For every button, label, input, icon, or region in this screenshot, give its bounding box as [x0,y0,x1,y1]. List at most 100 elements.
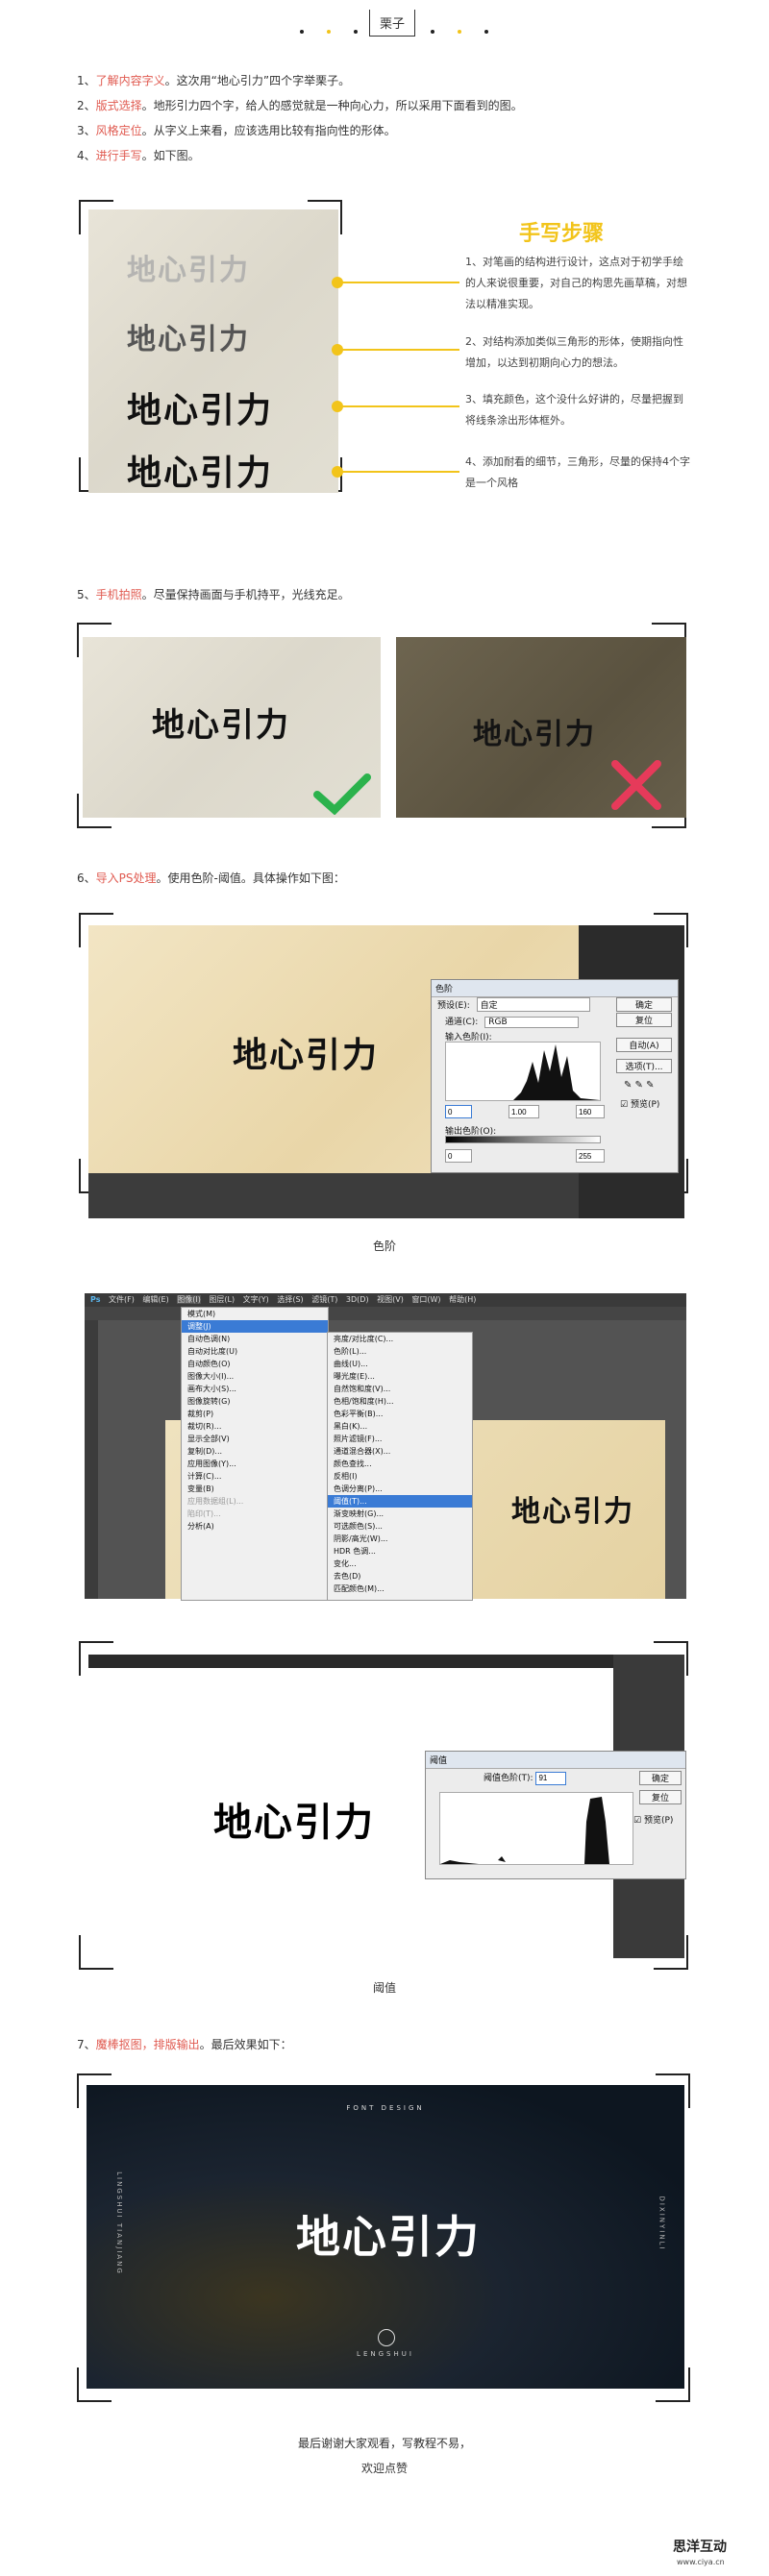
menu-file[interactable]: 文件(F) [109,1295,135,1304]
adjust-item[interactable]: 可选颜色(S)... [328,1520,472,1533]
menu-window[interactable]: 窗口(W) [411,1295,440,1304]
image-menu[interactable]: 模式(M) 调整(J) 自动色调(N) 自动对比度(U) 自动颜色(O) 图像大… [181,1307,329,1601]
adjust-item[interactable]: 变化... [328,1558,472,1570]
adjust-item[interactable]: HDR 色调... [328,1545,472,1558]
image-menu-item[interactable]: 变量(B) [182,1483,328,1495]
levels-preview-checkbox[interactable]: ☑ 预览(P) [620,1097,659,1110]
image-menu-item[interactable]: 自动色调(N) [182,1333,328,1345]
connector-line-2 [336,349,459,351]
step-5: 5、手机拍照。尽量保持画面与手机持平，光线充足。 [77,588,350,601]
output-white-field[interactable] [576,1149,605,1163]
sample-sketch: 地心引力 [127,254,250,287]
handwriting-note-4: 4、添加耐看的细节，三角形，尽量的保持4个字是一个风格 [465,455,690,489]
image-menu-item[interactable]: 显示全部(V) [182,1433,328,1445]
image-menu-item[interactable]: 计算(C)... [182,1470,328,1483]
image-menu-item[interactable]: 图像大小(I)... [182,1370,328,1383]
image-menu-item[interactable]: 陷印(T)... [182,1508,328,1520]
image-menu-item[interactable]: 裁切(R)... [182,1420,328,1433]
input-white-field[interactable] [576,1105,605,1118]
levels-options-button[interactable]: 选项(T)... [616,1059,672,1073]
image-menu-item[interactable]: 分析(A) [182,1520,328,1533]
image-menu-item[interactable]: 模式(M) [182,1308,328,1320]
input-gamma-field[interactable] [509,1105,539,1118]
threshold-reset-button[interactable]: 复位 [639,1790,682,1804]
adjust-item[interactable]: 阴影/高光(W)... [328,1533,472,1545]
adjust-item[interactable]: 去色(D) [328,1570,472,1582]
levels-eyedroppers[interactable]: ✎ ✎ ✎ [624,1080,655,1091]
connector-line-3 [336,405,459,407]
adjust-item[interactable]: 曝光度(E)... [328,1370,472,1383]
image-menu-item[interactable]: 应用图像(Y)... [182,1458,328,1470]
adjust-item[interactable]: 匹配颜色(M)... [328,1582,472,1595]
threshold-value-field[interactable] [535,1771,567,1785]
adjust-item[interactable]: 通道混合器(X)... [328,1445,472,1458]
ps-menu-screenshot: Ps 文件(F) 编辑(E) 图像(I) 图层(L) 文字(Y) 选择(S) 滤… [85,1293,686,1601]
threshold-label: 阈值色阶(T): [484,1774,533,1783]
image-menu-item[interactable]: 画布大小(S)... [182,1383,328,1395]
sample-final: 地心引力 [127,454,274,493]
menu-filter[interactable]: 滤镜(T) [311,1295,337,1304]
ps-menubar: Ps 文件(F) 编辑(E) 图像(I) 图层(L) 文字(Y) 选择(S) 滤… [85,1293,686,1307]
menu-view[interactable]: 视图(V) [377,1295,404,1304]
menu-edit[interactable]: 编辑(E) [142,1295,168,1304]
adjust-item[interactable]: 色阶(L)... [328,1345,472,1358]
levels-ok-button[interactable]: 确定 [616,997,672,1012]
output-black-field[interactable] [445,1149,472,1163]
adjust-item[interactable]: 照片滤镜(F)... [328,1433,472,1445]
levels-artwork: 地心引力 [233,1036,380,1075]
handwriting-note-2: 2、对结构添加类似三角形的形体，使期指向性增加，以达到初期向心力的想法。 [465,335,683,369]
adjust-item[interactable]: 反相(I) [328,1470,472,1483]
adjust-submenu[interactable]: 亮度/对比度(C)... 色阶(L)... 曲线(U)... 曝光度(E)...… [327,1332,473,1601]
channel-select[interactable]: RGB [484,1017,580,1028]
input-black-field[interactable] [445,1105,472,1118]
final-bottom-text: LENGSHUI [357,2350,414,2358]
ps-toolbar[interactable] [85,1320,98,1599]
preset-select[interactable]: 自定 [476,997,590,1012]
checkbox-icon: ☑ [620,1100,629,1110]
menu-layer[interactable]: 图层(L) [209,1295,235,1304]
menu-image[interactable]: 图像(I) [177,1295,201,1304]
photo-good: 地心引力 [83,637,381,818]
threshold-ok-button[interactable]: 确定 [639,1771,682,1785]
adjust-item[interactable]: 颜色查找... [328,1458,472,1470]
menu-type[interactable]: 文字(Y) [243,1295,269,1304]
ps-doc-artwork: 地心引力 [511,1495,634,1529]
adjust-item[interactable]: 亮度/对比度(C)... [328,1333,472,1345]
levels-dialog[interactable]: 色阶 预设(E): 自定 通道(C): RGB 输入色阶(I): 输出色阶(O)… [431,979,679,1173]
image-menu-item[interactable]: 应用数据组(L)... [182,1495,328,1508]
image-menu-item[interactable]: 自动对比度(U) [182,1345,328,1358]
image-menu-item[interactable]: 图像旋转(G) [182,1395,328,1408]
adjust-item[interactable]: 渐变映射(G)... [328,1508,472,1520]
connector-dot-2 [332,344,343,356]
sample-filled: 地心引力 [127,391,274,430]
levels-reset-button[interactable]: 复位 [616,1013,672,1027]
connector-dot-3 [332,401,343,412]
step-7: 7、魔棒抠图，排版输出。最后效果如下： [77,2038,292,2051]
adjust-item[interactable]: 色彩平衡(B)... [328,1408,472,1420]
adjust-item[interactable]: 黑白(K)... [328,1420,472,1433]
closing-line-2: 欢迎点赞 [360,2462,408,2475]
handwriting-heading: 手写步骤 [519,222,605,246]
adjust-item-threshold[interactable]: 阈值(T)... [328,1495,472,1508]
image-menu-item[interactable]: 自动颜色(O) [182,1358,328,1370]
menu-select[interactable]: 选择(S) [277,1295,303,1304]
channel-label: 通道(C): [445,1018,479,1027]
adjust-item[interactable]: 自然饱和度(V)... [328,1383,472,1395]
image-menu-item[interactable]: 复制(D)... [182,1445,328,1458]
intro-step-2: 2、版式选择。地形引力四个字，给人的感觉就是一种向心力，所以采用下面看到的图。 [77,99,523,112]
intro-step-3: 3、风格定位。从字义上来看，应该选用比较有指向性的形体。 [77,124,396,137]
menu-3d[interactable]: 3D(D) [346,1295,369,1304]
adjust-item[interactable]: 色调分离(P)... [328,1483,472,1495]
image-menu-item[interactable]: 裁剪(P) [182,1408,328,1420]
levels-screenshot: 地心引力 色阶 预设(E): 自定 通道(C): RGB 输入色阶(I): 输出… [88,925,684,1218]
connector-line-1 [336,282,459,283]
connector-dot-4 [332,466,343,478]
menu-help[interactable]: 帮助(H) [449,1295,476,1304]
image-menu-item-adjust[interactable]: 调整(J) [182,1320,328,1333]
final-side-left: LINGSHUI TIANJIANG [114,2171,123,2275]
threshold-dialog[interactable]: 阈值 阈值色阶(T): 确定 复位 ☑ 预览(P) [425,1751,686,1879]
adjust-item[interactable]: 色相/饱和度(H)... [328,1395,472,1408]
levels-auto-button[interactable]: 自动(A) [616,1038,672,1052]
threshold-preview-checkbox[interactable]: ☑ 预览(P) [633,1813,673,1826]
adjust-item[interactable]: 曲线(U)... [328,1358,472,1370]
